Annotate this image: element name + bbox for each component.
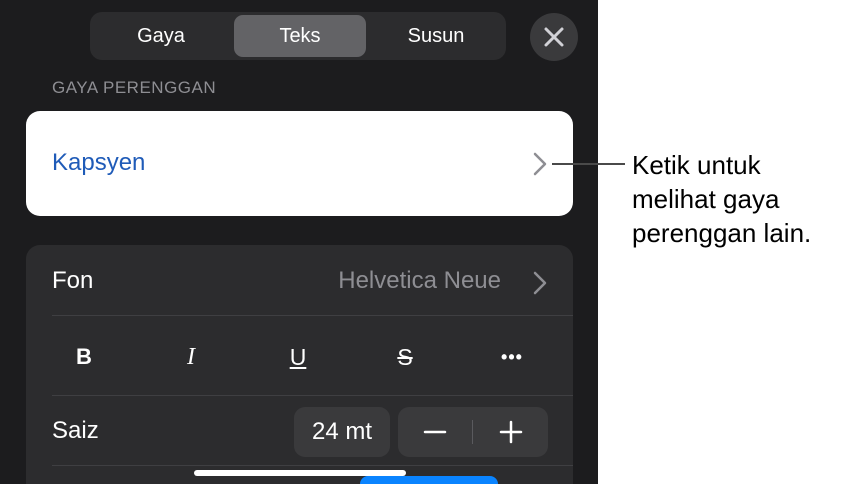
font-label: Fon [52,267,94,294]
tab-segmented-control: Gaya Teks Susun [90,12,506,60]
format-panel: Gaya Teks Susun GAYA PERENGGAN Kapsyen F… [0,0,598,484]
underline-button[interactable]: U [278,337,318,377]
callout-line [552,163,625,165]
divider [52,315,573,316]
size-value[interactable]: 24 mt [294,407,390,457]
stepper-separator [472,420,473,444]
size-stepper [398,407,548,457]
italic-button[interactable]: I [171,337,211,377]
strikethrough-button[interactable]: S [385,337,425,377]
paragraph-style-row[interactable]: Kapsyen [26,111,573,216]
minus-icon [423,430,447,434]
divider [52,465,573,466]
close-button[interactable] [530,13,578,61]
callout-text: Ketik untuk melihat gaya perenggan lain. [632,148,811,250]
more-options-button[interactable]: ••• [492,337,532,377]
callout-line-2: melihat gaya [632,184,780,214]
chevron-right-icon [533,271,547,295]
plus-icon [499,420,523,444]
bold-button[interactable]: B [64,337,104,377]
increase-size-button[interactable] [474,407,548,457]
font-row[interactable]: Fon Helvetica Neue [26,245,573,315]
text-format-group: Fon Helvetica Neue B I U S ••• Saiz 24 m… [26,245,573,484]
home-indicator [194,470,406,476]
font-value: Helvetica Neue [338,267,501,294]
section-header: GAYA PERENGGAN [52,78,217,97]
close-icon [544,27,564,47]
partial-blue-control [360,476,498,484]
paragraph-style-value: Kapsyen [52,149,146,176]
callout-line-3: perenggan lain. [632,218,812,248]
divider [52,395,573,396]
tab-gaya[interactable]: Gaya [94,15,228,57]
tab-susun[interactable]: Susun [370,15,502,57]
size-label: Saiz [52,417,99,444]
callout-line-1: Ketik untuk [632,150,761,180]
decrease-size-button[interactable] [398,407,472,457]
chevron-right-icon [533,152,547,176]
tab-teks[interactable]: Teks [234,15,366,57]
